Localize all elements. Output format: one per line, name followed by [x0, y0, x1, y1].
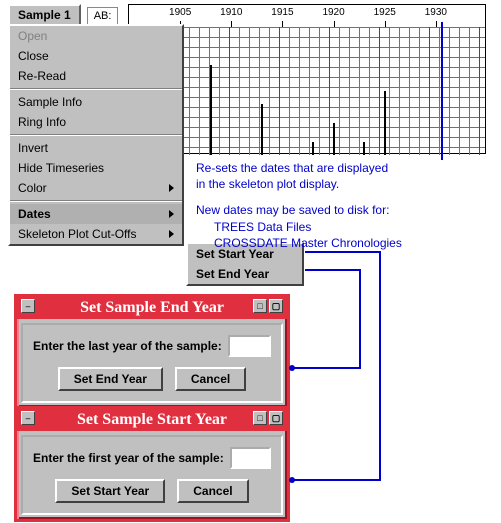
set-start-year-button[interactable]: Set Start Year [55, 479, 165, 503]
chart-bar [333, 123, 335, 155]
series-tab[interactable]: AB: [87, 7, 119, 24]
menu-item-ring-info[interactable]: Ring Info [10, 112, 182, 132]
menu-item-dates[interactable]: Dates [10, 204, 182, 224]
chevron-right-icon [169, 230, 174, 238]
restore-icon[interactable]: □ [253, 411, 267, 425]
menu-separator [10, 134, 182, 136]
maximize-icon[interactable]: ▢ [269, 411, 283, 425]
help-line: CROSSDATE Master Chronologies [196, 235, 402, 251]
help-line: TREES Data Files [196, 219, 402, 235]
dialog-body: Enter the first year of the sample: Set … [21, 435, 283, 515]
dialog-titlebar: – Set Sample End Year □ ▢ [17, 297, 287, 319]
menu-item-hide-timeseries[interactable]: Hide Timeseries [10, 158, 182, 178]
menu-item-invert[interactable]: Invert [10, 138, 182, 158]
dialog-titlebar: – Set Sample Start Year □ ▢ [17, 409, 287, 431]
help-text: Re-sets the dates that are displayed in … [196, 160, 402, 251]
menu-item-skeleton-cutoffs[interactable]: Skeleton Plot Cut-Offs [10, 224, 182, 244]
menu-label: Dates [18, 207, 51, 221]
top-bar: Sample 1 AB: [8, 4, 118, 26]
cancel-button[interactable]: Cancel [175, 367, 246, 391]
end-year-input[interactable] [228, 335, 271, 357]
chart-tick-label: 1925 [374, 7, 396, 18]
help-line: Re-sets the dates that are displayed [196, 160, 402, 176]
dialog-body: Enter the last year of the sample: Set E… [21, 323, 283, 403]
minimize-icon[interactable]: – [21, 299, 35, 313]
minimize-icon[interactable]: – [21, 411, 35, 425]
set-end-year-button[interactable]: Set End Year [58, 367, 163, 391]
menu-item-close[interactable]: Close [10, 46, 182, 66]
chevron-right-icon [169, 184, 174, 192]
sample-context-menu: Open Close Re-Read Sample Info Ring Info… [8, 24, 184, 246]
cancel-button[interactable]: Cancel [177, 479, 248, 503]
help-line: in the skeleton plot display. [196, 176, 402, 192]
help-line: New dates may be saved to disk for: [196, 202, 402, 218]
chart-bar [210, 65, 212, 155]
chart-bar [384, 91, 386, 155]
submenu-item-set-end-year[interactable]: Set End Year [188, 264, 302, 284]
start-year-input[interactable] [230, 447, 271, 469]
restore-icon[interactable]: □ [253, 299, 267, 313]
chart-x-axis: 1905 1910 1915 1920 1925 1930 [129, 7, 485, 25]
chart-tick-label: 1915 [271, 7, 293, 18]
set-start-year-dialog: – Set Sample Start Year □ ▢ Enter the fi… [14, 406, 290, 522]
dialog-prompt: Enter the first year of the sample: [33, 451, 224, 465]
menu-label: Skeleton Plot Cut-Offs [18, 227, 137, 241]
menu-separator [10, 88, 182, 90]
menu-item-sample-info[interactable]: Sample Info [10, 92, 182, 112]
chevron-right-icon [169, 210, 174, 218]
set-end-year-dialog: – Set Sample End Year □ ▢ Enter the last… [14, 294, 290, 410]
chart-tick-label: 1910 [220, 7, 242, 18]
menu-label: Color [18, 181, 47, 195]
dialog-title: Set Sample Start Year [77, 411, 227, 428]
chart-tick-label: 1930 [425, 7, 447, 18]
chart-tick-label: 1905 [169, 7, 191, 18]
chart-bar [261, 104, 263, 155]
chart-bar [363, 142, 365, 155]
dialog-title: Set Sample End Year [80, 299, 224, 316]
chart-tick-label: 1920 [322, 7, 344, 18]
menu-item-reread[interactable]: Re-Read [10, 66, 182, 86]
sample-dropdown-button[interactable]: Sample 1 [8, 4, 81, 26]
menu-item-open: Open [10, 26, 182, 46]
menu-item-color[interactable]: Color [10, 178, 182, 198]
maximize-icon[interactable]: ▢ [269, 299, 283, 313]
dialog-prompt: Enter the last year of the sample: [33, 339, 222, 353]
menu-separator [10, 200, 182, 202]
chart-bar [312, 142, 314, 155]
